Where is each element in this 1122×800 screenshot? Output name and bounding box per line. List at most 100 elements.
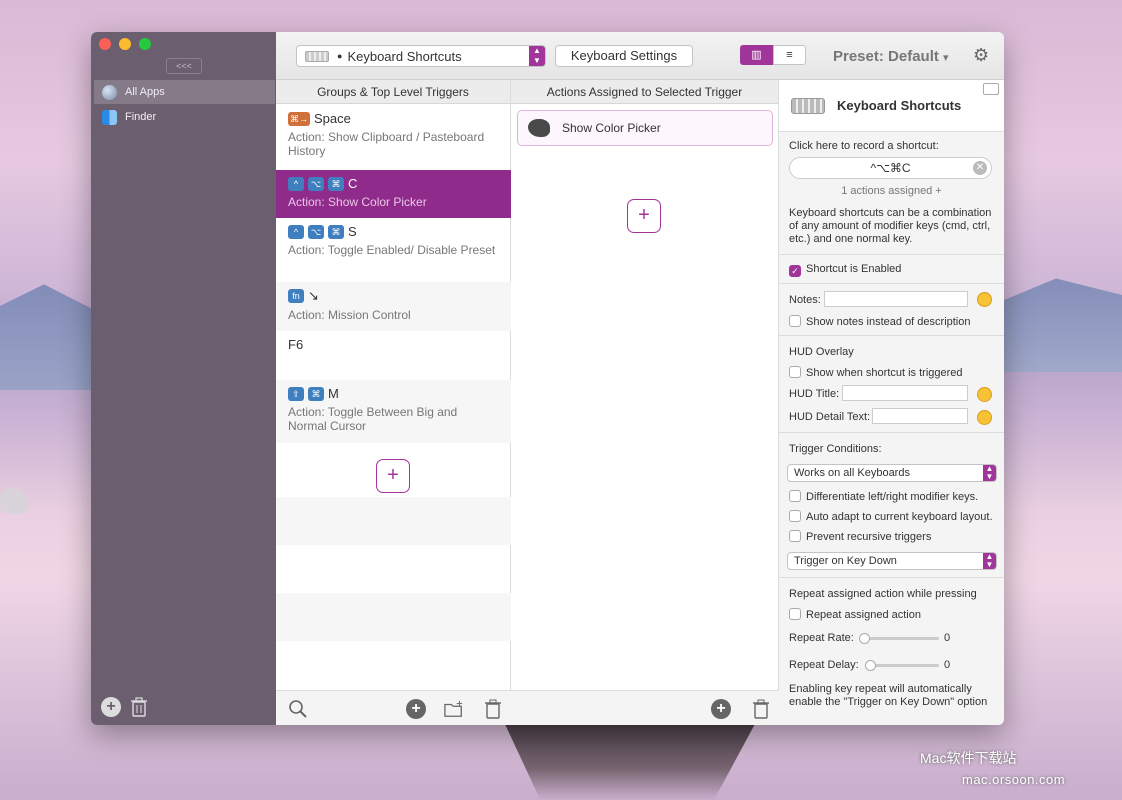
repeat-header: Repeat assigned action while pressing	[789, 588, 977, 600]
action-item[interactable]: Show Color Picker	[517, 110, 773, 146]
cmd-key-icon: ⌘	[328, 176, 344, 191]
trigger-row[interactable]: ⌘→ Space Action: Show Clipboard / Pastebo…	[276, 105, 511, 170]
shortcut-recorder-field[interactable]: ^⌥⌘C ✕	[789, 157, 992, 179]
color-palette-icon	[528, 119, 550, 137]
detail-panel: Keyboard Shortcuts Click here to record …	[779, 80, 1004, 725]
add-action-button[interactable]: +	[627, 199, 661, 233]
shortcut-description: Keyboard shortcuts can be a combination …	[789, 207, 992, 245]
slider-knob[interactable]	[865, 660, 876, 671]
sidebar-item-label: Finder	[125, 111, 157, 123]
add-app-button[interactable]: +	[101, 697, 121, 717]
repeat-delay-slider[interactable]	[865, 660, 939, 671]
differentiate-modifiers-checkbox[interactable]: Differentiate left/right modifier keys.	[779, 490, 1004, 503]
app-sidebar: <<< All Apps Finder +	[91, 32, 276, 725]
detach-panel-icon[interactable]	[983, 83, 999, 95]
triggers-footer: +	[276, 690, 511, 725]
slider-knob[interactable]	[859, 633, 870, 644]
columns-view-icon[interactable]: ▥	[740, 45, 773, 65]
desktop-reflection	[504, 722, 756, 800]
view-mode-toggle: ▥ ≡	[740, 45, 806, 65]
repeat-note: Enabling key repeat will automatically e…	[789, 683, 988, 708]
repeat-delay-value: 0	[944, 659, 951, 671]
show-notes-checkbox[interactable]: Show notes instead of description	[779, 315, 1004, 328]
option-key-icon: ⌥	[308, 176, 324, 191]
hud-title-input[interactable]	[842, 385, 968, 401]
auto-adapt-checkbox[interactable]: Auto adapt to current keyboard layout.	[779, 510, 1004, 523]
trigger-type-select[interactable]: ● Keyboard Shortcuts ▲ ▼	[296, 45, 546, 67]
emoji-icon[interactable]	[977, 387, 992, 402]
notes-input[interactable]	[824, 291, 968, 307]
keyboards-select[interactable]: Works on all Keyboards ▲ ▼	[787, 464, 997, 482]
finder-icon	[102, 109, 117, 125]
empty-row	[276, 497, 511, 545]
keyboard-settings-button[interactable]: Keyboard Settings	[555, 45, 693, 67]
trigger-type-value: Keyboard Shortcuts	[347, 48, 462, 64]
btt-window: <<< All Apps Finder + ● Keyboard Shortcu…	[91, 32, 1004, 725]
chevron-updown-icon: ▲ ▼	[983, 465, 996, 481]
sidebar-footer: +	[101, 697, 147, 717]
watermark-text: Mac软件下载站	[920, 750, 1017, 766]
watermark-url: mac.orsoon.com	[962, 772, 1066, 787]
repeat-rate-slider[interactable]	[859, 633, 939, 644]
trigger-row[interactable]: fn ↘ Action: Mission Control	[276, 282, 511, 331]
globe-icon	[102, 84, 117, 100]
sidebar-item-label: All Apps	[125, 86, 165, 98]
cmd-key-icon: ⌘	[308, 386, 324, 401]
hud-detail-input[interactable]	[872, 408, 968, 424]
repeat-action-checkbox[interactable]: Repeat assigned action	[779, 608, 1004, 621]
trigger-row[interactable]: ^ ⌥ ⌘ S Action: Toggle Enabled/ Disable Pre…	[276, 218, 511, 282]
fn-key-icon: fn	[288, 289, 304, 303]
repeat-rate-value: 0	[944, 632, 951, 644]
search-icon[interactable]	[288, 699, 308, 719]
collapse-sidebar-button[interactable]: <<<	[166, 58, 202, 74]
trigger-row[interactable]: ⇧ ⌘ M Action: Toggle Between Big and Norma…	[276, 380, 511, 443]
trigger-row-selected[interactable]: ^ ⌥ ⌘ C Action: Show Color Picker	[276, 170, 523, 218]
list-view-icon[interactable]: ≡	[773, 45, 806, 65]
clear-shortcut-icon[interactable]: ✕	[973, 161, 987, 175]
gear-icon[interactable]: ⚙	[973, 45, 989, 66]
add-trigger-button[interactable]: +	[376, 459, 410, 493]
action-label: Show Color Picker	[562, 121, 661, 135]
trigger-conditions-header: Trigger Conditions:	[789, 443, 882, 455]
record-label: Click here to record a shortcut:	[789, 140, 939, 152]
trigger-on-select[interactable]: Trigger on Key Down ▲ ▼	[787, 552, 997, 570]
shortcut-enabled-checkbox[interactable]: ✓ Shortcut is Enabled	[779, 263, 1004, 277]
window-controls	[99, 38, 151, 50]
chevron-updown-icon: ▲ ▼	[529, 46, 545, 66]
empty-row	[276, 593, 511, 641]
trigger-row[interactable]: F6	[276, 331, 511, 380]
sidebar-item-finder[interactable]: Finder	[94, 105, 275, 129]
trash-icon[interactable]	[483, 699, 503, 719]
trash-icon[interactable]	[131, 697, 147, 717]
trash-icon[interactable]	[751, 699, 771, 719]
add-trigger-footer-button[interactable]: +	[406, 699, 426, 719]
minimize-window-button[interactable]	[119, 38, 131, 50]
desktop-rock	[0, 488, 28, 514]
actions-assigned-count[interactable]: 1 actions assigned +	[779, 185, 1004, 197]
detail-header: Keyboard Shortcuts	[779, 80, 1004, 132]
cmd-arrow-icon: ⌘→	[288, 111, 310, 126]
triggers-column: Groups & Top Level Triggers ⌘→ Space Acti…	[276, 80, 523, 725]
zoom-window-button[interactable]	[139, 38, 151, 50]
actions-header: Actions Assigned to Selected Trigger	[511, 80, 778, 104]
prevent-recursive-checkbox[interactable]: Prevent recursive triggers	[779, 530, 1004, 543]
ctrl-key-icon: ^	[288, 176, 304, 191]
toolbar: ● Keyboard Shortcuts ▲ ▼ Keyboard Setting…	[276, 32, 1004, 80]
hud-overlay-header: HUD Overlay	[789, 346, 854, 358]
desktop-mountain-right	[990, 278, 1122, 372]
new-group-folder-icon[interactable]	[444, 699, 464, 719]
keyboard-icon	[305, 50, 329, 62]
close-window-button[interactable]	[99, 38, 111, 50]
sidebar-item-all-apps[interactable]: All Apps	[94, 80, 275, 104]
actions-column: Actions Assigned to Selected Trigger Sho…	[511, 80, 779, 725]
triggers-header: Groups & Top Level Triggers	[276, 80, 510, 104]
hud-show-checkbox[interactable]: Show when shortcut is triggered	[779, 366, 1004, 379]
detail-title: Keyboard Shortcuts	[837, 98, 962, 113]
preset-selector[interactable]: Preset: Default ▾	[833, 48, 949, 65]
actions-footer: +	[511, 690, 779, 725]
keyboard-icon	[791, 97, 825, 114]
option-key-icon: ⌥	[308, 224, 324, 239]
emoji-icon[interactable]	[977, 410, 992, 425]
emoji-icon[interactable]	[977, 292, 992, 307]
add-action-footer-button[interactable]: +	[711, 699, 731, 719]
